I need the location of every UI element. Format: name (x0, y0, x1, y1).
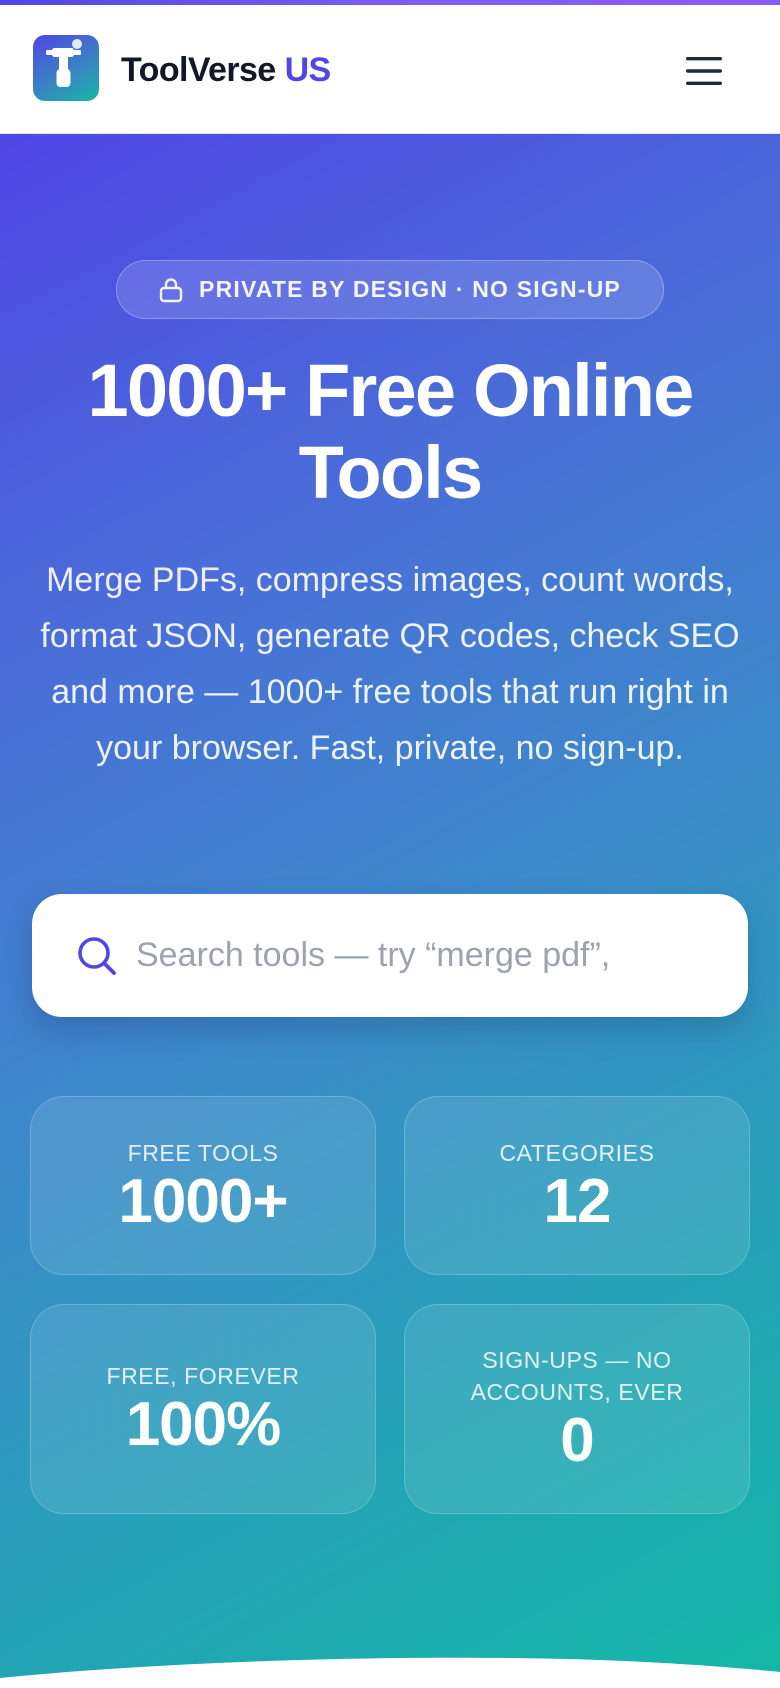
lock-icon (159, 277, 183, 302)
brand-wordmark[interactable]: ToolVerse US (121, 45, 331, 95)
stat-label: FREE, FOREVER (106, 1363, 300, 1389)
stat-value: 100% (125, 1390, 282, 1459)
privacy-badge-text: PRIVATE BY DESIGN · NO SIGN-UP (199, 276, 621, 302)
stat-label: SIGN-UPS — NO ACCOUNTS, EVER (470, 1347, 684, 1405)
stat-card-categories: CATEGORIES 12 (404, 1096, 750, 1275)
brand-suffix: US (284, 50, 332, 89)
privacy-badge: PRIVATE BY DESIGN · NO SIGN-UP (116, 260, 664, 319)
brand-name: ToolVerse (121, 50, 276, 89)
hero-bottom-wave (0, 1657, 780, 1688)
search-icon (78, 936, 116, 975)
hamburger-menu-icon (686, 57, 722, 85)
logo-icon[interactable] (33, 35, 99, 101)
stat-card-sign-ups: SIGN-UPS — NO ACCOUNTS, EVER 0 (404, 1304, 750, 1514)
menu-button[interactable] (672, 43, 736, 99)
site-header: ToolVerse US (0, 5, 780, 134)
stat-value: 0 (560, 1406, 594, 1475)
hero-title: 1000+ Free Online Tools (87, 349, 695, 514)
stat-card-free-forever: FREE, FOREVER 100% (30, 1304, 376, 1514)
stat-label: FREE TOOLS (127, 1139, 279, 1166)
stat-label: CATEGORIES (499, 1139, 655, 1166)
search-input[interactable] (134, 935, 718, 976)
stat-card-free-tools: FREE TOOLS 1000+ (30, 1096, 376, 1275)
hero-section: PRIVATE BY DESIGN · NO SIGN-UP 1000+ Fre… (0, 134, 780, 1688)
search-bar[interactable] (32, 894, 748, 1017)
stat-value: 12 (543, 1166, 612, 1236)
hero-description: Merge PDFs, compress images, count words… (40, 561, 740, 767)
stat-value: 1000+ (118, 1166, 288, 1236)
